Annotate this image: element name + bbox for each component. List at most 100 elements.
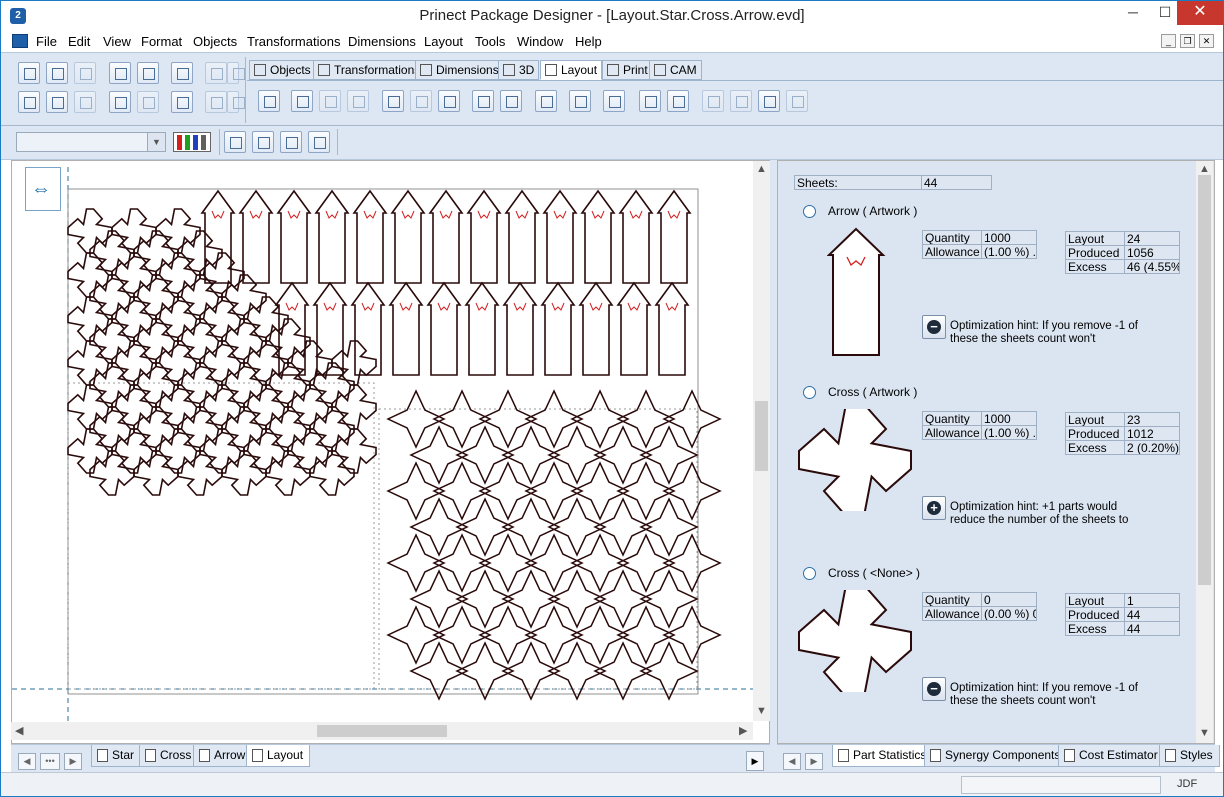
tab-cam[interactable]: CAM (649, 60, 702, 80)
close-button[interactable]: ✕ (1177, 1, 1223, 25)
tab-prev-icon[interactable]: ◀ (18, 753, 36, 770)
export-icon[interactable] (786, 90, 808, 112)
panel-vertical-scrollbar[interactable]: ▲ ▼ (1196, 161, 1213, 743)
redo-dropdown-icon[interactable] (227, 91, 245, 113)
grid-icon[interactable] (171, 91, 193, 113)
scroll-up-icon[interactable]: ▲ (756, 163, 767, 175)
canvas-horizontal-scrollbar[interactable]: ◀ ▶ (11, 722, 753, 740)
tab-layout[interactable]: Layout (540, 60, 603, 80)
filter-icon[interactable] (308, 131, 330, 153)
tab-print[interactable]: Print (602, 60, 653, 80)
part-radio[interactable] (803, 386, 816, 399)
recalculate-icon[interactable] (347, 90, 369, 112)
optimize-add-button[interactable]: + (922, 496, 946, 520)
optimize-remove-button[interactable]: − (922, 677, 946, 701)
check-layout-icon[interactable] (319, 90, 341, 112)
menu-format[interactable]: Format (141, 34, 182, 49)
menu-help[interactable]: Help (575, 34, 602, 49)
scroll-up-icon[interactable]: ▲ (1199, 163, 1210, 175)
scroll-down-icon[interactable]: ▼ (1199, 727, 1210, 739)
doc-tab-star[interactable]: Star (91, 745, 142, 767)
open-icon[interactable] (46, 62, 68, 84)
menu-view[interactable]: View (103, 34, 131, 49)
properties-icon[interactable] (224, 131, 246, 153)
scroll-down-icon[interactable]: ▼ (756, 705, 767, 717)
select-pointer-icon[interactable] (171, 62, 193, 84)
tab-transformations[interactable]: Transformations (313, 60, 426, 80)
matrix-icon[interactable] (500, 90, 522, 112)
chevron-down-icon[interactable]: ▼ (147, 133, 165, 151)
scroll-left-icon[interactable]: ◀ (15, 724, 23, 737)
mdi-minimize-button[interactable]: _ (1161, 34, 1176, 48)
menu-window[interactable]: Window (517, 34, 563, 49)
tab-synergy-components[interactable]: Synergy Components (924, 745, 1068, 767)
doc-tab-layout[interactable]: Layout (246, 745, 311, 767)
optimize-remove-button[interactable]: − (922, 315, 946, 339)
corner-frame-icon[interactable] (730, 90, 752, 112)
menu-edit[interactable]: Edit (68, 34, 90, 49)
panel-scroll-thumb[interactable] (1198, 175, 1211, 585)
tab-3d[interactable]: 3D (498, 60, 540, 80)
menu-file[interactable]: File (36, 34, 57, 49)
part-radio[interactable] (803, 205, 816, 218)
zoom-fit-icon[interactable] (109, 91, 131, 113)
sheet-border-icon[interactable] (639, 90, 661, 112)
quantity-value[interactable]: 1000 (981, 411, 1037, 426)
part-radio[interactable] (803, 567, 816, 580)
auto-layout-icon[interactable] (291, 90, 313, 112)
tab-more-icon[interactable]: ••• (40, 753, 60, 770)
doc-tab-arrow[interactable]: Arrow (193, 745, 253, 767)
select-frame-icon[interactable] (472, 90, 494, 112)
trim-icon[interactable] (758, 90, 780, 112)
stack-icon[interactable] (569, 90, 591, 112)
zoom-icon[interactable] (109, 62, 131, 84)
color-swatch-button[interactable] (173, 132, 211, 152)
ungroup-icon[interactable] (410, 90, 432, 112)
zoom-in-icon[interactable] (137, 62, 159, 84)
allowance-value[interactable]: (1.00 %) ... (981, 244, 1037, 259)
horizontal-scroll-thumb[interactable] (317, 725, 447, 737)
tab-prev-icon[interactable]: ◀ (783, 753, 801, 770)
tab-dimensions[interactable]: Dimensions (415, 60, 504, 80)
vertical-scroll-thumb[interactable] (755, 401, 768, 471)
print-preview-icon[interactable] (46, 91, 68, 113)
sheet-grid-icon[interactable] (667, 90, 689, 112)
refresh-icon[interactable] (74, 91, 96, 113)
panel-splitter[interactable] (770, 160, 777, 772)
align-icon[interactable] (438, 90, 460, 112)
quantity-value[interactable]: 0 (981, 592, 1037, 607)
undo-icon[interactable] (205, 62, 227, 84)
menu-dimensions[interactable]: Dimensions (348, 34, 416, 49)
fit-width-button[interactable]: ⇔ (25, 167, 61, 211)
minimize-button[interactable]: ─ (1115, 1, 1151, 25)
save-icon[interactable] (74, 62, 96, 84)
tab-part-statistics[interactable]: Part Statistics (832, 745, 934, 767)
tab-cost-estimator[interactable]: Cost Estimator (1058, 745, 1165, 767)
layout-canvas[interactable]: ⇔ (11, 160, 770, 744)
tab-next-icon[interactable]: ▶ (805, 753, 823, 770)
document-icon[interactable] (12, 34, 28, 48)
menu-tools[interactable]: Tools (475, 34, 505, 49)
undo-dropdown-icon[interactable] (227, 62, 245, 84)
menu-objects[interactable]: Objects (193, 34, 237, 49)
tab-objects[interactable]: Objects (249, 60, 316, 80)
tab-styles[interactable]: Styles (1159, 745, 1220, 767)
canvas-vertical-scrollbar[interactable]: ▲ ▼ (753, 161, 770, 721)
dimension-view-icon[interactable] (252, 131, 274, 153)
quantity-value[interactable]: 1000 (981, 230, 1037, 245)
play-icon[interactable]: ▶ (746, 751, 764, 771)
corner-icon[interactable] (702, 90, 724, 112)
allowance-value[interactable]: (0.00 %) 0 (981, 606, 1037, 621)
nest-icon[interactable] (535, 90, 557, 112)
tab-next-icon[interactable]: ▶ (64, 753, 82, 770)
scroll-right-icon[interactable]: ▶ (739, 724, 747, 737)
group-icon[interactable] (382, 90, 404, 112)
layout-sheet-icon[interactable] (258, 90, 280, 112)
redo-icon[interactable] (205, 91, 227, 113)
layout-drawing[interactable] (12, 161, 754, 721)
menu-layout[interactable]: Layout (424, 34, 463, 49)
strip-icon[interactable] (603, 90, 625, 112)
menu-transformations[interactable]: Transformations (247, 34, 340, 49)
allowance-value[interactable]: (1.00 %) ... (981, 425, 1037, 440)
zoom-window-icon[interactable] (137, 91, 159, 113)
